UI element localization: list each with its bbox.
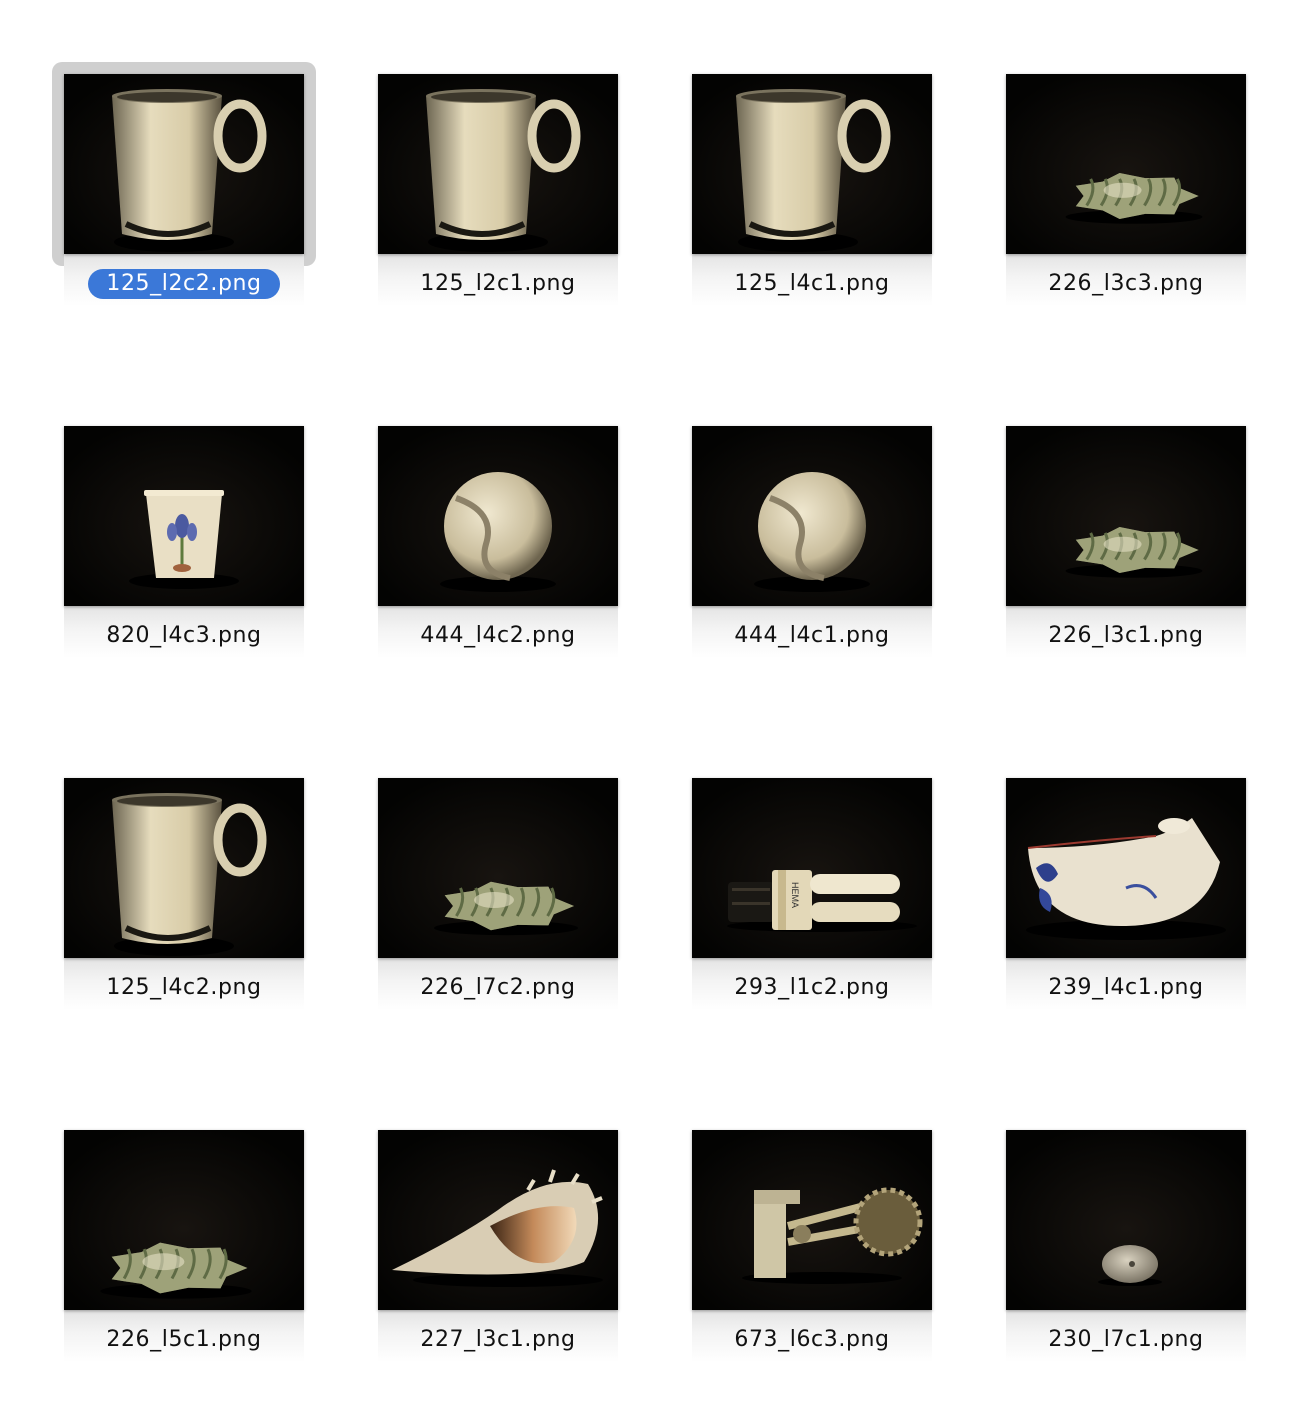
file-name-text: 125_l4c1.png bbox=[734, 271, 890, 296]
file-name-text: 820_l4c3.png bbox=[106, 623, 262, 648]
file-thumbnail[interactable] bbox=[692, 74, 932, 254]
file-item[interactable]: 230_l7c1.png bbox=[1006, 1130, 1246, 1406]
file-item[interactable]: 125_l2c2.png bbox=[52, 62, 316, 374]
file-item[interactable]: 125_l2c1.png bbox=[378, 74, 618, 374]
tennis-ball-icon bbox=[692, 426, 932, 606]
file-item[interactable]: 226_l3c1.png bbox=[1006, 426, 1246, 726]
file-name-label[interactable]: 226_l5c1.png bbox=[64, 1325, 304, 1355]
file-item[interactable]: 125_l4c1.png bbox=[692, 74, 932, 374]
file-name-label[interactable]: 125_l2c2.png bbox=[64, 269, 304, 299]
file-name-label[interactable]: 444_l4c1.png bbox=[692, 621, 932, 651]
file-name-text: 293_l1c2.png bbox=[734, 975, 890, 1000]
file-item[interactable]: 673_l6c3.png bbox=[692, 1130, 932, 1406]
file-name-label[interactable]: 125_l2c1.png bbox=[378, 269, 618, 299]
file-item[interactable]: 226_l5c1.png bbox=[64, 1130, 304, 1406]
file-name-label[interactable]: 444_l4c2.png bbox=[378, 621, 618, 651]
file-thumbnail[interactable] bbox=[378, 778, 618, 958]
file-name-text: 226_l3c3.png bbox=[1048, 271, 1204, 296]
mug-icon bbox=[64, 778, 304, 958]
file-name-label[interactable]: 239_l4c1.png bbox=[1006, 973, 1246, 1003]
seashell-icon bbox=[378, 1130, 618, 1310]
file-item[interactable]: 226_l7c2.png bbox=[378, 778, 618, 1078]
file-thumbnail[interactable] bbox=[378, 74, 618, 254]
file-item[interactable]: 820_l4c3.png bbox=[64, 426, 304, 726]
file-name-label[interactable]: 125_l4c1.png bbox=[692, 269, 932, 299]
light-bulb-icon: HEMA bbox=[692, 778, 932, 958]
file-name-label[interactable]: 820_l4c3.png bbox=[64, 621, 304, 651]
file-thumbnail[interactable] bbox=[64, 778, 304, 958]
file-thumbnail[interactable] bbox=[692, 426, 932, 606]
file-name-text: 226_l3c1.png bbox=[1048, 623, 1204, 648]
file-item[interactable]: 227_l3c1.png bbox=[378, 1130, 618, 1406]
file-name-label[interactable]: 673_l6c3.png bbox=[692, 1325, 932, 1355]
file-thumbnail[interactable] bbox=[64, 1130, 304, 1310]
bottle-opener-icon bbox=[692, 1130, 932, 1310]
file-thumbnail[interactable] bbox=[1006, 1130, 1246, 1310]
file-name-text: 239_l4c1.png bbox=[1048, 975, 1204, 1000]
crumpled-object-icon bbox=[1006, 426, 1246, 606]
file-thumbnail[interactable] bbox=[64, 74, 304, 254]
file-name-text: 444_l4c2.png bbox=[420, 623, 576, 648]
file-icon-grid: 125_l2c2.png 125_l2c1.png 125_l4c1.png 2… bbox=[0, 0, 1306, 1406]
svg-text:HEMA: HEMA bbox=[790, 882, 800, 908]
file-thumbnail[interactable] bbox=[378, 1130, 618, 1310]
file-item[interactable]: 444_l4c2.png bbox=[378, 426, 618, 726]
file-item[interactable]: HEMA 293_l1c2.png bbox=[692, 778, 932, 1078]
file-name-text: 125_l2c1.png bbox=[420, 271, 576, 296]
file-name-label[interactable]: 125_l4c2.png bbox=[64, 973, 304, 1003]
file-name-text: 227_l3c1.png bbox=[420, 1327, 576, 1352]
file-name-label[interactable]: 226_l3c3.png bbox=[1006, 269, 1246, 299]
paper-cup-icon bbox=[64, 426, 304, 606]
file-name-label[interactable]: 226_l7c2.png bbox=[378, 973, 618, 1003]
file-item[interactable]: 239_l4c1.png bbox=[1006, 778, 1246, 1078]
crumpled-object-icon bbox=[378, 778, 618, 958]
file-name-label[interactable]: 230_l7c1.png bbox=[1006, 1325, 1246, 1355]
file-thumbnail[interactable] bbox=[1006, 74, 1246, 254]
file-item[interactable]: 226_l3c3.png bbox=[1006, 74, 1246, 374]
mug-icon bbox=[378, 74, 618, 254]
file-name-label[interactable]: 226_l3c1.png bbox=[1006, 621, 1246, 651]
file-name-text: 125_l2c2.png bbox=[88, 269, 280, 299]
crumpled-object-icon bbox=[64, 1130, 304, 1310]
file-thumbnail[interactable] bbox=[1006, 778, 1246, 958]
file-name-text: 226_l7c2.png bbox=[420, 975, 576, 1000]
file-name-text: 444_l4c1.png bbox=[734, 623, 890, 648]
file-name-text: 230_l7c1.png bbox=[1048, 1327, 1204, 1352]
stone-icon bbox=[1006, 1130, 1246, 1310]
crumpled-object-icon bbox=[1006, 74, 1246, 254]
file-name-text: 226_l5c1.png bbox=[106, 1327, 262, 1352]
file-name-label[interactable]: 293_l1c2.png bbox=[692, 973, 932, 1003]
mug-icon bbox=[64, 74, 304, 254]
tennis-ball-icon bbox=[378, 426, 618, 606]
gravy-boat-icon bbox=[1006, 778, 1246, 958]
file-item[interactable]: 444_l4c1.png bbox=[692, 426, 932, 726]
file-name-label[interactable]: 227_l3c1.png bbox=[378, 1325, 618, 1355]
file-name-text: 673_l6c3.png bbox=[734, 1327, 890, 1352]
file-name-text: 125_l4c2.png bbox=[106, 975, 262, 1000]
file-thumbnail[interactable] bbox=[692, 1130, 932, 1310]
file-thumbnail[interactable] bbox=[378, 426, 618, 606]
file-thumbnail[interactable] bbox=[1006, 426, 1246, 606]
file-thumbnail[interactable] bbox=[64, 426, 304, 606]
file-item[interactable]: 125_l4c2.png bbox=[64, 778, 304, 1078]
mug-icon bbox=[692, 74, 932, 254]
file-thumbnail[interactable]: HEMA bbox=[692, 778, 932, 958]
